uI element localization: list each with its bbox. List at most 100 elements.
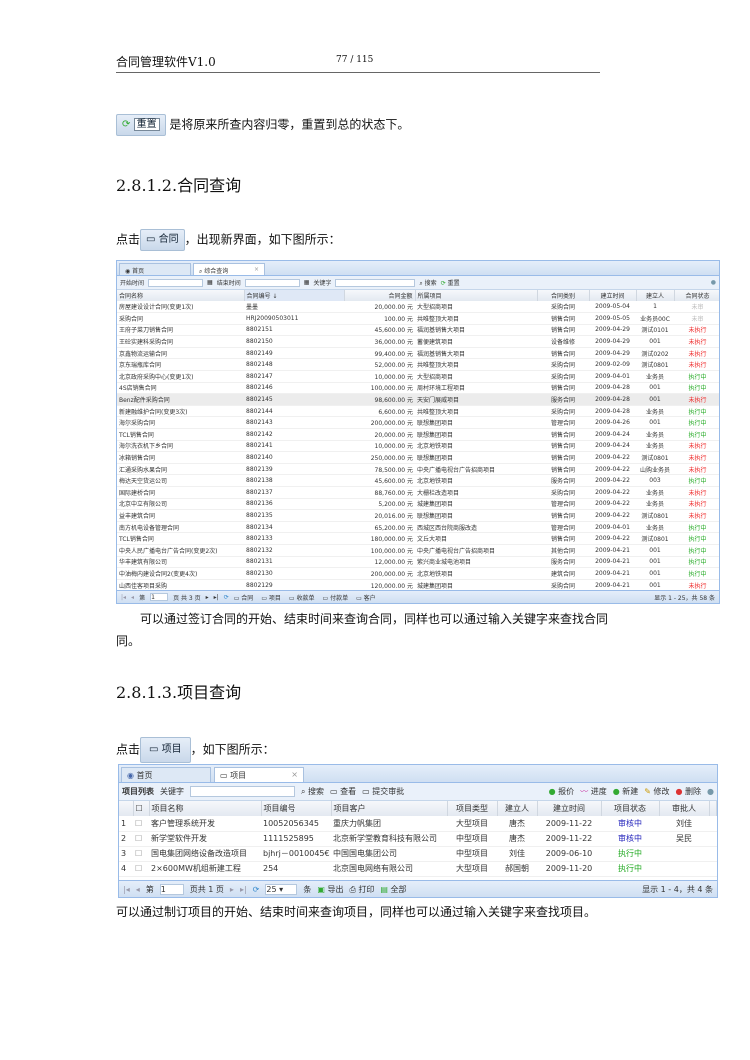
submit-approval-button[interactable]: ▭ 提交审批 bbox=[362, 786, 404, 797]
calendar-icon[interactable]: ▦ bbox=[207, 279, 213, 286]
row-checkbox[interactable]: ☐ bbox=[133, 846, 149, 862]
first-page-icon[interactable]: |◂ bbox=[121, 594, 126, 601]
next-page-icon[interactable]: ▸ bbox=[230, 885, 234, 894]
column-header[interactable]: 合同状态 bbox=[674, 290, 719, 301]
print-button[interactable]: ⎙ 打印 bbox=[349, 884, 374, 895]
column-header[interactable]: 建立人 bbox=[636, 290, 675, 301]
table-row[interactable]: 4 ☐ 2×600MW机组新建工程 254 北京国电网络有限公司 大型项目 郝国朝 2009-… bbox=[119, 861, 717, 877]
close-icon[interactable]: × bbox=[291, 770, 298, 779]
table-row[interactable]: 南方机电设备管理合同 8802134 65,200.00 元西城区西台院商服改造 管理… bbox=[117, 521, 719, 534]
first-page-icon[interactable]: |◂ bbox=[123, 885, 130, 894]
tab-home[interactable]: ◉ 首页 bbox=[121, 767, 211, 782]
row-checkbox[interactable]: ☐ bbox=[133, 816, 149, 832]
footer-button-4[interactable]: ▭ 客户 bbox=[356, 593, 376, 602]
help-icon[interactable]: ● bbox=[711, 279, 716, 286]
table-cell: 大型项目 bbox=[447, 861, 497, 877]
column-header[interactable]: 项目客户 bbox=[331, 801, 448, 816]
table-row[interactable]: 中油梅内建设合同2(变更4次) 8802130 200,000.00 元北京地铁项目… bbox=[117, 567, 719, 580]
select-all-checkbox[interactable]: ☐ bbox=[133, 801, 150, 816]
refresh-icon[interactable]: ⟳ bbox=[224, 594, 229, 601]
tab-combined-query[interactable]: ⌕ 综合查询 × bbox=[193, 263, 265, 275]
prev-page-icon[interactable]: ◂ bbox=[136, 885, 140, 894]
column-header[interactable]: 合同类别 bbox=[537, 290, 590, 301]
page-input[interactable]: 1 bbox=[150, 593, 169, 601]
footer-button-0[interactable]: ▭ 合同 bbox=[234, 593, 254, 602]
progress-button[interactable]: 〰 进度 bbox=[580, 786, 607, 797]
table-row[interactable]: 京鑫物流运输合同 8802149 99,400.00 元福润基销售大项目 销售合同 20… bbox=[117, 347, 719, 360]
refresh-icon[interactable]: ⟳ bbox=[253, 885, 260, 894]
keyword-input[interactable] bbox=[335, 278, 416, 287]
table-row[interactable]: 中央人民广播电台广告合同(变更2次) 8802132 100,000.00 元中央广… bbox=[117, 544, 719, 557]
column-header[interactable]: 项目类型 bbox=[447, 801, 498, 816]
last-page-icon[interactable]: ▸| bbox=[240, 885, 247, 894]
column-header[interactable]: 合同编号 ↓ bbox=[244, 290, 345, 301]
table-row[interactable]: 京东瑞瓶库合同 8802148 52,000.00 元共唯整顶大项目 采购合同 2009… bbox=[117, 358, 719, 372]
table-row[interactable]: 北京政府采购中心(变更1次) 8802147 10,000.00 元大型招商项目 采购… bbox=[117, 370, 719, 383]
table-row[interactable]: 房屋建设设计合同(变更1次) 墨墨 20,000.00 元大型招商项目 采购合同 200… bbox=[117, 301, 719, 314]
table-cell: 20,000.00 元 bbox=[344, 301, 415, 314]
column-header[interactable]: 项目名称 bbox=[149, 801, 262, 816]
quote-button[interactable]: ● 报价 bbox=[549, 786, 575, 797]
table-row[interactable]: 采购合同 HRJ20090503011 100.00 元共唯整顶大项目 销售合同 200… bbox=[117, 312, 719, 325]
calendar-icon[interactable]: ▦ bbox=[304, 279, 310, 286]
table-row[interactable]: 1 ☐ 客户管理系统开发 10052056345 重庆力帆集团 大型项目 唐杰 2009-11… bbox=[119, 816, 717, 832]
table-row[interactable]: 海尔采购合同 8802143 200,000.00 元联想集团项目 管理合同 2009-… bbox=[117, 416, 719, 430]
table-row[interactable]: 2 ☐ 新学堂软件开发 1111525895 北京新学堂教育科技有限公司 中型项目 唐杰 20… bbox=[119, 831, 717, 847]
tab-project[interactable]: ▭ 项目 × bbox=[214, 767, 304, 782]
table-row[interactable]: 冰箱销售合同 8802140 250,000.00 元联想集团项目 销售合同 2009-… bbox=[117, 451, 719, 464]
delete-button[interactable]: ● 删除 bbox=[675, 786, 701, 797]
column-header[interactable]: 建立时间 bbox=[537, 801, 602, 816]
reset-button[interactable]: ⟳ 重置 bbox=[441, 278, 460, 287]
table-row[interactable]: 王砼实建科采购合同 8802150 36,000.00 元蓄便建筑项目 设备维修 200… bbox=[117, 335, 719, 348]
new-button[interactable]: ● 新建 bbox=[613, 786, 639, 797]
column-header[interactable]: 项目编号 bbox=[261, 801, 332, 816]
table-row[interactable]: 新建融维护合同(变更3次) 8802144 6,600.00 元共唯整顶大项目 采购合… bbox=[117, 405, 719, 418]
next-page-icon[interactable]: ▸ bbox=[206, 594, 209, 601]
start-time-input[interactable] bbox=[148, 278, 204, 287]
footer-button-2[interactable]: ▭ 收款单 bbox=[289, 593, 315, 602]
tab-home[interactable]: ◉ 首页 bbox=[119, 263, 191, 275]
export-button[interactable]: ▣ 导出 bbox=[317, 884, 343, 895]
table-row[interactable]: 王府子菜刀销售合同 8802151 45,600.00 元福润基销售大项目 销售合同 2… bbox=[117, 324, 719, 337]
footer-button-1[interactable]: ▭ 项目 bbox=[261, 593, 281, 602]
view-button[interactable]: ▭ 查看 bbox=[330, 786, 356, 797]
table-row[interactable]: Benz配件采购合同 8802145 98,600.00 元天安门展威项目 服务合同 2… bbox=[117, 393, 719, 406]
page-size-select[interactable]: 25 ▾ bbox=[265, 883, 298, 895]
table-row[interactable]: 海尔洗衣机下乡合同 8802141 10,000.00 元北京地铁项目 销售合同 200… bbox=[117, 440, 719, 453]
table-row[interactable]: TCL销售合同 8802133 180,000.00 元文丘大项目 销售合同 2009-… bbox=[117, 532, 719, 545]
table-row[interactable]: 国际建桥合同 8802137 88,760.00 元大栅栏改造项目 采购合同 2009-… bbox=[117, 486, 719, 499]
row-checkbox[interactable]: ☐ bbox=[133, 861, 149, 877]
page-input[interactable]: 1 bbox=[159, 883, 184, 895]
close-icon[interactable]: × bbox=[254, 266, 259, 273]
table-row[interactable]: 北京中立有限公司 8802136 5,200.00 元城建集团项目 管理合同 2009-… bbox=[117, 498, 719, 511]
prev-page-icon[interactable]: ◂ bbox=[131, 594, 134, 601]
search-button[interactable]: ⌕ 搜索 bbox=[419, 278, 436, 288]
table-row[interactable]: TCL销售合同 8802142 20,000.00 元联想集团项目 销售合同 2009-… bbox=[117, 428, 719, 441]
table-row[interactable]: 4S店销售合同 8802146 100,000.00 元周村环境工程项目 销售合同 20… bbox=[117, 382, 719, 395]
window-icon: ▭ bbox=[220, 771, 228, 780]
table-row[interactable]: 益丰建筑合同 8802135 20,016.00 元联想集团项目 销售合同 2009-0… bbox=[117, 509, 719, 522]
help-icon[interactable]: ● bbox=[707, 787, 714, 796]
table-cell: 建筑合同 bbox=[537, 567, 589, 580]
column-header[interactable]: 合同名称 bbox=[117, 290, 245, 301]
column-header[interactable]: 项目状态 bbox=[601, 801, 660, 816]
table-row[interactable]: 汇通采购水果合同 8802139 78,500.00 元中央广播电视台广告招商项目销… bbox=[117, 463, 719, 476]
table-cell: 北京地铁项目 bbox=[415, 474, 537, 487]
last-page-icon[interactable]: ▸| bbox=[214, 594, 219, 601]
end-time-input[interactable] bbox=[244, 278, 300, 287]
column-header[interactable]: 合同金额 bbox=[344, 290, 416, 301]
search-button[interactable]: ⌕ 搜索 bbox=[301, 786, 324, 797]
row-checkbox[interactable]: ☐ bbox=[133, 831, 149, 847]
column-header[interactable]: 所属项目 bbox=[415, 290, 538, 301]
table-row[interactable]: 华丰建筑有限公司 8802131 12,000.00 元紫兴商业城电池项目 服务合同 2… bbox=[117, 556, 719, 569]
column-header[interactable]: 建立人 bbox=[497, 801, 538, 816]
footer-button-3[interactable]: ▭ 付款单 bbox=[323, 593, 349, 602]
table-row[interactable]: 梅达天空货运公司 8802138 45,600.00 元北京地铁项目 服务合同 2009… bbox=[117, 474, 719, 487]
column-header[interactable]: 审批人 bbox=[659, 801, 710, 816]
all-button[interactable]: ▤ 全部 bbox=[380, 884, 406, 895]
column-header[interactable]: 建立时间 bbox=[589, 290, 637, 301]
table-cell: 52,000.00 元 bbox=[344, 358, 415, 372]
keyword-input[interactable] bbox=[190, 786, 295, 797]
edit-button[interactable]: ✎ 修改 bbox=[644, 786, 669, 797]
table-row[interactable]: 3 ☐ 国电集团网络设备改造项目 bjhrj－0010045€ 中国国电集团公司 中型项目… bbox=[119, 846, 717, 862]
